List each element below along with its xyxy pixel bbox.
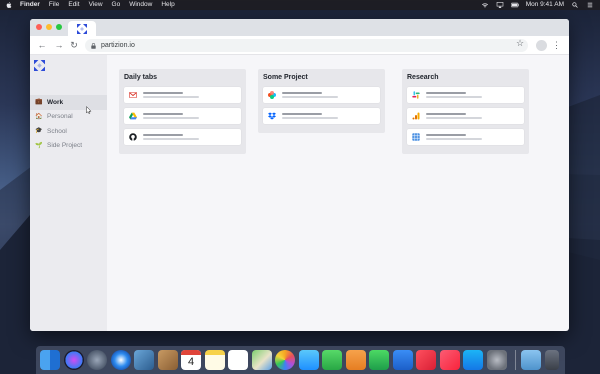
slack-icon bbox=[412, 91, 420, 99]
safari-icon[interactable] bbox=[110, 350, 131, 370]
dropbox-icon bbox=[268, 112, 276, 120]
board-title: Research bbox=[407, 74, 439, 81]
menu-file[interactable]: File bbox=[49, 0, 59, 10]
url-text: partizion.io bbox=[101, 42, 135, 49]
tab-card[interactable] bbox=[407, 87, 524, 103]
tab-strip bbox=[30, 19, 569, 36]
system-preferences-icon[interactable] bbox=[486, 350, 507, 370]
app-store-icon[interactable] bbox=[463, 350, 483, 370]
downloads-folder-icon[interactable] bbox=[521, 350, 541, 370]
maps-icon[interactable] bbox=[251, 350, 272, 370]
workspace-item-work[interactable]: 💼 Work bbox=[30, 95, 107, 110]
calendar-grid-icon bbox=[412, 133, 420, 141]
launchpad-icon[interactable] bbox=[87, 350, 107, 370]
workspace-label: School bbox=[47, 127, 67, 135]
calendar-icon[interactable]: 4 bbox=[181, 350, 201, 370]
messages-icon[interactable] bbox=[298, 350, 319, 370]
profile-avatar[interactable] bbox=[536, 40, 547, 51]
menu-app-name[interactable]: Finder bbox=[20, 0, 40, 10]
close-window-button[interactable] bbox=[36, 24, 42, 30]
back-arrow-icon[interactable]: ← bbox=[37, 40, 47, 50]
workspace-item-school[interactable]: 🎓 School bbox=[30, 124, 107, 139]
apple-logo-icon[interactable] bbox=[6, 1, 12, 9]
google-drive-icon bbox=[129, 112, 137, 120]
notes-icon[interactable] bbox=[204, 350, 225, 370]
keynote-icon[interactable] bbox=[392, 350, 413, 370]
gmail-icon bbox=[129, 92, 137, 98]
macos-dock: 4 bbox=[36, 346, 565, 374]
trash-icon[interactable] bbox=[544, 350, 559, 370]
contacts-icon[interactable] bbox=[157, 350, 178, 370]
workspace-sidebar: 💼 Work 🏠 Personal 🎓 School 🌱 Side Projec… bbox=[30, 55, 107, 331]
board-research[interactable]: Research bbox=[402, 69, 529, 154]
siri-icon[interactable] bbox=[63, 350, 84, 370]
analytics-icon bbox=[412, 112, 420, 120]
tab-card[interactable] bbox=[124, 87, 241, 103]
browser-menu-icon[interactable]: ⋮ bbox=[552, 40, 561, 51]
wifi-icon[interactable] bbox=[481, 2, 489, 8]
browser-toolbar: ← → ↻ partizion.io ☆ ⋮ bbox=[30, 36, 569, 55]
github-icon bbox=[129, 133, 137, 141]
minimize-window-button[interactable] bbox=[46, 24, 52, 30]
music-icon[interactable] bbox=[439, 350, 460, 370]
mouse-pointer-icon bbox=[86, 106, 92, 114]
macos-menu-bar: Finder File Edit View Go Window Help Mon… bbox=[0, 0, 600, 10]
lock-icon bbox=[91, 42, 96, 49]
reminders-icon[interactable] bbox=[228, 350, 248, 370]
forward-arrow-icon[interactable]: → bbox=[54, 40, 64, 50]
board-some-project[interactable]: Some Project bbox=[258, 69, 385, 133]
tab-card[interactable] bbox=[263, 87, 380, 103]
numbers-icon[interactable] bbox=[369, 350, 389, 370]
menu-help[interactable]: Help bbox=[161, 0, 174, 10]
workspace-list: 💼 Work 🏠 Personal 🎓 School 🌱 Side Projec… bbox=[30, 95, 107, 153]
facetime-icon[interactable] bbox=[322, 350, 342, 370]
calendar-day-text: 4 bbox=[187, 356, 195, 368]
workspace-label: Work bbox=[47, 98, 64, 106]
partizion-logo-icon[interactable] bbox=[34, 60, 45, 71]
news-icon[interactable] bbox=[416, 350, 436, 370]
workspace-label: Personal bbox=[47, 113, 73, 121]
photo-viewer-icon[interactable] bbox=[134, 350, 154, 370]
briefcase-icon: 💼 bbox=[35, 99, 43, 106]
board-daily-tabs[interactable]: Daily tabs bbox=[119, 69, 246, 154]
workspace-main: Daily tabs Some Project Research bbox=[107, 55, 569, 331]
tab-card[interactable] bbox=[124, 108, 241, 124]
tab-card[interactable] bbox=[124, 129, 241, 145]
menu-edit[interactable]: Edit bbox=[68, 0, 79, 10]
dock-separator bbox=[515, 350, 516, 370]
workspace-item-side-project[interactable]: 🌱 Side Project bbox=[30, 139, 107, 154]
house-icon: 🏠 bbox=[35, 113, 43, 120]
menu-view[interactable]: View bbox=[89, 0, 103, 10]
pages-icon[interactable] bbox=[345, 350, 366, 370]
board-title: Daily tabs bbox=[124, 74, 158, 81]
menu-clock[interactable]: Mon 9:41 AM bbox=[526, 0, 564, 10]
board-title: Some Project bbox=[263, 74, 308, 81]
browser-tab-partizion[interactable] bbox=[68, 21, 96, 36]
finder-icon[interactable] bbox=[40, 350, 60, 370]
partizion-favicon-icon bbox=[77, 23, 87, 34]
bookmark-star-icon[interactable]: ☆ bbox=[515, 38, 525, 48]
fullscreen-window-button[interactable] bbox=[56, 24, 62, 30]
reload-icon[interactable]: ↻ bbox=[69, 40, 79, 50]
figma-icon bbox=[268, 91, 276, 99]
spotlight-search-icon[interactable] bbox=[571, 2, 579, 8]
notification-center-icon[interactable] bbox=[586, 2, 594, 8]
photos-icon[interactable] bbox=[275, 350, 295, 370]
workspace-label: Side Project bbox=[47, 142, 83, 150]
seedling-icon: 🌱 bbox=[35, 142, 43, 149]
workspace-item-personal[interactable]: 🏠 Personal bbox=[30, 110, 107, 125]
browser-window: ← → ↻ partizion.io ☆ ⋮ 💼 Work 🏠 Personal… bbox=[30, 19, 569, 331]
tab-card[interactable] bbox=[407, 129, 524, 145]
tab-card[interactable] bbox=[263, 108, 380, 124]
battery-icon[interactable] bbox=[510, 2, 519, 8]
menu-window[interactable]: Window bbox=[129, 0, 152, 10]
address-bar[interactable]: partizion.io bbox=[85, 39, 528, 52]
airplay-icon[interactable] bbox=[496, 2, 504, 8]
menu-go[interactable]: Go bbox=[112, 0, 121, 10]
graduation-cap-icon: 🎓 bbox=[35, 128, 43, 135]
tab-card[interactable] bbox=[407, 108, 524, 124]
